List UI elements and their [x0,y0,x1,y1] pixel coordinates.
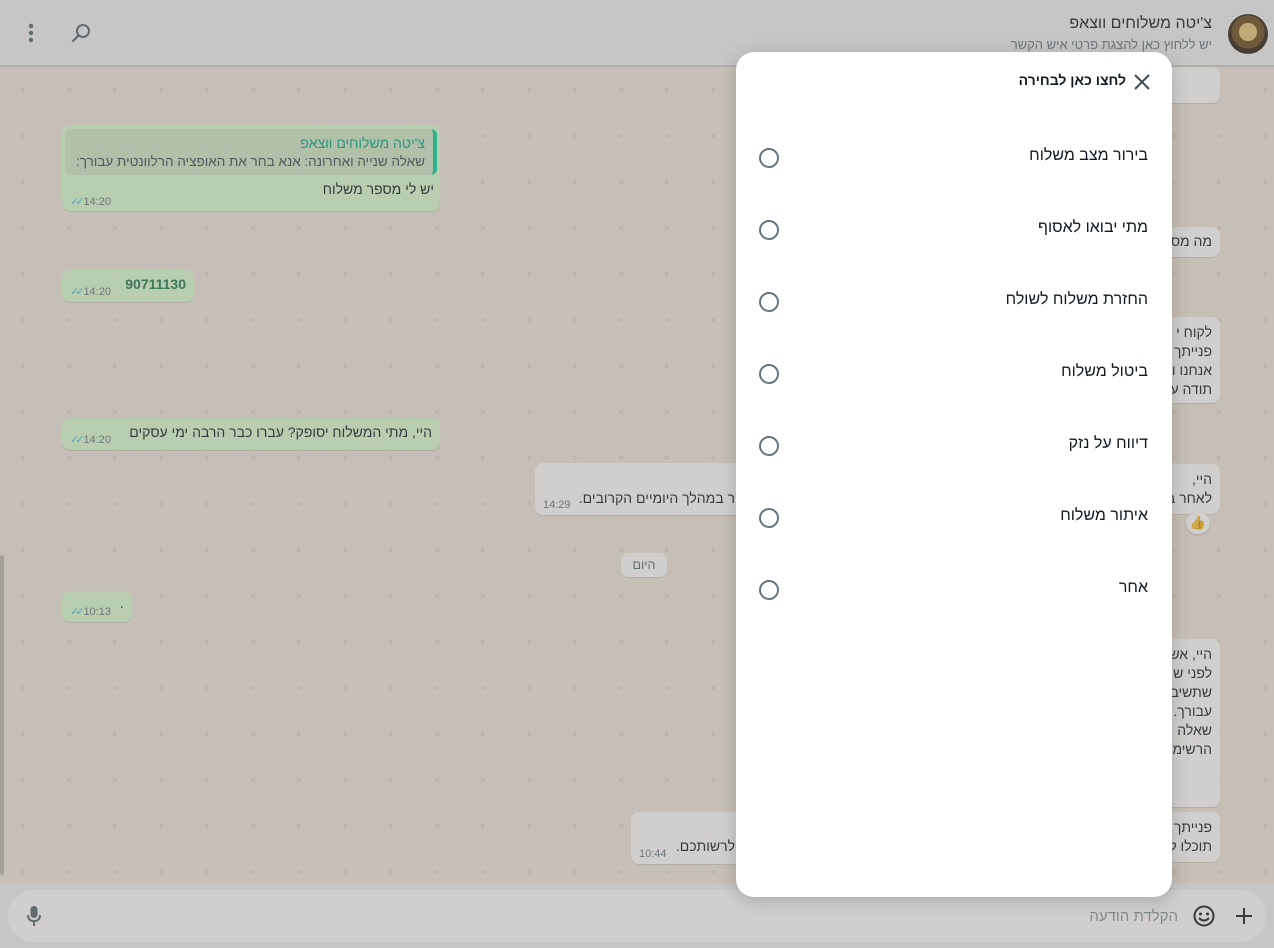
option-item[interactable]: דיווח על נזק [736,409,1172,481]
radio-button[interactable] [759,508,779,528]
radio-button[interactable] [759,364,779,384]
option-label: דיווח על נזק [1068,435,1148,452]
radio-button[interactable] [759,220,779,240]
option-label: מתי יבואו לאסוף [1038,219,1148,236]
dialog-title: לחצו כאן לבחירה [1018,72,1126,88]
option-list: בירור מצב משלוח מתי יבואו לאסוף החזרת מש… [736,121,1172,625]
option-label: אחר [1118,579,1148,596]
radio-button[interactable] [759,148,779,168]
option-item[interactable]: ביטול משלוח [736,337,1172,409]
radio-button[interactable] [759,292,779,312]
option-label: איתור משלוח [1060,507,1148,524]
close-icon [1134,74,1150,90]
option-item[interactable]: מתי יבואו לאסוף [736,193,1172,265]
option-label: ביטול משלוח [1061,363,1148,380]
option-label: החזרת משלוח לשולח [1005,291,1148,308]
option-item[interactable]: אחר [736,553,1172,625]
radio-button[interactable] [759,436,779,456]
radio-button[interactable] [759,580,779,600]
option-label: בירור מצב משלוח [1029,147,1148,164]
close-button[interactable] [1132,72,1152,92]
list-selection-dialog: לחצו כאן לבחירה בירור מצב משלוח מתי יבוא… [736,52,1172,897]
option-item[interactable]: בירור מצב משלוח [736,121,1172,193]
option-item[interactable]: איתור משלוח [736,481,1172,553]
option-item[interactable]: החזרת משלוח לשולח [736,265,1172,337]
